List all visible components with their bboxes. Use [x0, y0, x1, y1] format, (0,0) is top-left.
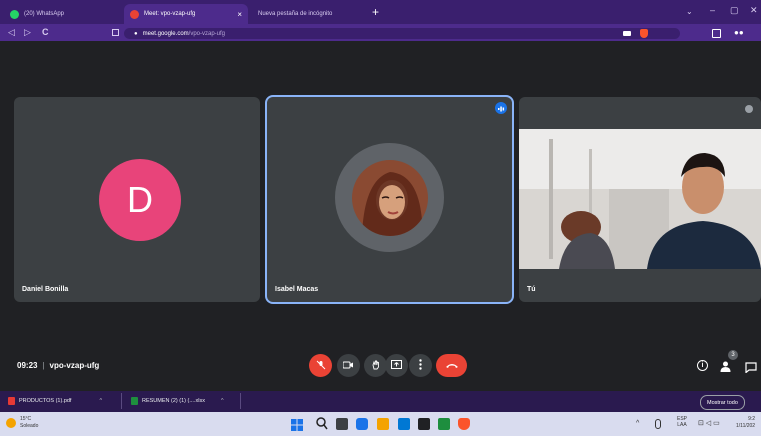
camera-indicator-icon[interactable] — [623, 31, 631, 36]
tab-incognito[interactable]: Nueva pestaña de incógnito — [252, 4, 367, 24]
chat-icon — [745, 362, 757, 374]
present-icon — [391, 360, 402, 371]
maximize-button[interactable]: ▢ — [730, 5, 739, 16]
store-icon[interactable] — [398, 418, 410, 430]
pdf-file-icon — [8, 397, 15, 405]
people-button[interactable] — [719, 359, 732, 377]
show-all-downloads-button[interactable]: Mostrar todo — [700, 395, 745, 410]
present-screen-button[interactable] — [385, 354, 408, 377]
tab-label: Nueva pestaña de incógnito — [258, 11, 333, 17]
bookmark-icon[interactable] — [112, 29, 119, 36]
excel-file-icon — [131, 397, 138, 405]
speaking-indicator-icon — [495, 102, 507, 114]
brave-browser-icon[interactable] — [458, 418, 470, 430]
lang-layout: LAA — [677, 422, 687, 428]
chevron-up-icon[interactable]: ^ — [99, 398, 102, 404]
browser-tab-bar — [0, 0, 761, 24]
lock-icon: ● — [134, 30, 138, 37]
divider — [121, 393, 122, 409]
download-item[interactable]: RESUMEN (2) (1) (....xlsx ^ — [131, 397, 224, 405]
widgets-icon[interactable] — [356, 418, 368, 430]
camera-button[interactable] — [337, 354, 360, 377]
new-tab-button[interactable]: + — [372, 5, 379, 19]
system-clock[interactable]: 9:2 1/11/202 — [736, 416, 755, 430]
meet-icon — [130, 9, 139, 19]
downloads-bar — [0, 391, 761, 412]
language-indicator[interactable]: ESP LAA — [677, 416, 687, 428]
url-host: meet.google.com — [142, 30, 189, 37]
mic-off-button[interactable] — [309, 354, 332, 377]
microphone-tray-icon[interactable] — [655, 419, 661, 429]
network-sound-battery-icons[interactable]: ⊡ ◁ ▭ — [698, 419, 720, 427]
file-explorer-icon[interactable] — [377, 418, 389, 430]
minimize-button[interactable]: – — [710, 5, 715, 15]
terminal-icon[interactable] — [418, 418, 430, 430]
participant-name: Tú — [527, 286, 536, 293]
tab-label: Meet: vpo-vzap-ufg — [144, 11, 196, 17]
more-options-button[interactable] — [409, 354, 432, 377]
participant-name: Isabel Macas — [275, 286, 319, 293]
reload-button[interactable]: C — [42, 27, 49, 37]
url-bar[interactable]: ● meet.google.com /vpo-vzap-ufg — [124, 28, 680, 39]
tab-search-icon[interactable]: ⌄ — [686, 7, 693, 16]
back-button[interactable]: ◁ — [8, 27, 15, 38]
leave-call-button[interactable] — [436, 354, 467, 377]
task-view-icon[interactable] — [336, 418, 348, 430]
windows-start-icon[interactable] — [291, 418, 303, 431]
profile-photo — [351, 159, 428, 236]
download-item[interactable]: PRODUCTOS (1).pdf ^ — [8, 397, 102, 405]
participant-tile-self[interactable]: Tú — [519, 97, 761, 302]
weather-temp: 15°C — [20, 416, 32, 422]
avatar-ring — [335, 143, 444, 252]
incognito-icon[interactable]: ●● — [734, 28, 744, 37]
url-path: /vpo-vzap-ufg — [188, 30, 226, 37]
tab-label: (20) WhatsApp — [24, 11, 65, 17]
download-filename: RESUMEN (2) (1) (....xlsx — [142, 398, 205, 404]
chat-button[interactable] — [745, 360, 757, 378]
close-window-button[interactable]: ✕ — [750, 5, 758, 16]
meeting-code: vpo-vzap-ufg — [49, 361, 100, 370]
brave-shield-icon[interactable] — [640, 29, 648, 38]
excel-app-icon[interactable] — [438, 418, 450, 430]
more-vert-icon — [419, 359, 422, 372]
people-icon — [720, 361, 731, 372]
hang-up-icon — [445, 361, 459, 371]
participant-count-badge: 3 — [728, 350, 738, 360]
weather-desc: Soleado — [20, 423, 39, 429]
clock-date: 1/11/202 — [736, 423, 756, 429]
whatsapp-icon — [10, 9, 19, 19]
hand-icon — [371, 360, 381, 372]
sidebar-icon[interactable] — [712, 29, 721, 38]
divider — [240, 393, 241, 409]
tab-whatsapp[interactable]: (20) WhatsApp — [4, 4, 114, 24]
avatar: D — [99, 159, 181, 241]
avatar-initial: D — [127, 179, 153, 220]
chevron-up-icon[interactable]: ^ — [636, 420, 639, 427]
meeting-time: 09:23 — [17, 361, 38, 370]
participant-tile-speaking[interactable]: Isabel Macas — [267, 97, 512, 302]
raise-hand-button[interactable] — [364, 354, 387, 377]
meeting-info-icon[interactable]: i — [697, 360, 708, 371]
forward-button[interactable]: ▷ — [24, 27, 31, 38]
weather-sun-icon[interactable] — [6, 418, 16, 428]
meeting-details: 09:23 | vpo-vzap-ufg — [17, 361, 99, 370]
divider: | — [42, 361, 45, 370]
participant-tile[interactable]: D Daniel Bonilla — [14, 97, 260, 302]
tab-meet[interactable]: Meet: vpo-vzap-ufg × — [124, 4, 248, 24]
participant-name: Daniel Bonilla — [22, 286, 69, 293]
self-video — [519, 129, 761, 269]
close-tab-icon[interactable]: × — [237, 10, 242, 19]
weather-widget[interactable]: 15°C Soleado — [20, 416, 38, 430]
search-icon[interactable] — [316, 417, 328, 435]
chevron-up-icon[interactable]: ^ — [221, 398, 224, 404]
download-filename: PRODUCTOS (1).pdf — [19, 398, 72, 404]
camera-icon — [342, 361, 354, 371]
clock-time: 9:2 — [748, 416, 756, 422]
mic-status-icon — [745, 105, 753, 113]
mic-off-icon — [316, 360, 326, 372]
